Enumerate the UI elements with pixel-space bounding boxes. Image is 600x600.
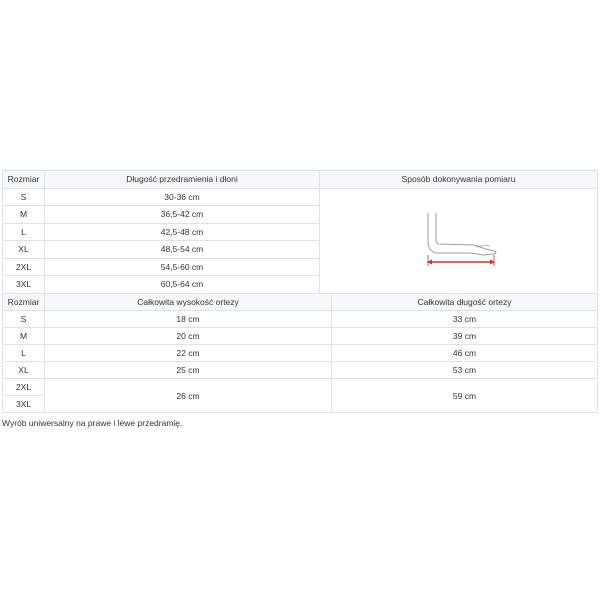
size-cell: M <box>2 205 45 224</box>
length-cell: 33 cm <box>331 310 598 328</box>
length-cell: 53 cm <box>331 361 598 379</box>
product-note: Wyrób uniwersalny na prawe i lewe przedr… <box>2 418 183 428</box>
forearm-length-cell: 36,5-42 cm <box>44 205 320 224</box>
size-cell: XL <box>2 361 45 379</box>
table-header-row: Rozmiar Długość przedramienia i dłoni Sp… <box>2 170 598 189</box>
forearm-length-cell: 30-36 cm <box>44 187 320 206</box>
length-cell: 59 cm <box>331 378 598 413</box>
forearm-length-cell: 60,5-64 cm <box>44 275 320 294</box>
length-cell: 46 cm <box>331 344 598 362</box>
forearm-length-cell: 42,5-48 cm <box>44 222 320 241</box>
size-cell: S <box>2 187 45 206</box>
height-cell: 26 cm <box>44 378 332 413</box>
height-cell: 18 cm <box>44 310 332 328</box>
size-cell: M <box>2 327 45 345</box>
measurement-diagram-cell <box>319 187 598 294</box>
forearm-measurement-icon <box>426 212 496 266</box>
table-row: M 20 cm 39 cm <box>2 327 598 345</box>
forearm-length-table: Rozmiar Długość przedramienia i dłoni Sp… <box>2 170 598 294</box>
size-cell: 2XL <box>2 257 45 276</box>
size-cell: S <box>2 310 45 328</box>
column-header-forearm-length: Długość przedramienia i dłoni <box>44 170 320 189</box>
height-cell: 22 cm <box>44 344 332 362</box>
column-header-measurement-method: Sposób dokonywania pomiaru <box>319 170 598 189</box>
orthosis-dimensions-table: Rozmiar Całkowita wysokość ortezy Całkow… <box>2 293 598 413</box>
height-cell: 25 cm <box>44 361 332 379</box>
size-cell: L <box>2 222 45 241</box>
table-row: 2XL 26 cm 59 cm <box>2 378 598 413</box>
size-cell: 2XL <box>2 378 45 396</box>
column-header-length: Całkowita długość ortezy <box>331 293 598 311</box>
column-header-size: Rozmiar <box>2 293 45 311</box>
forearm-length-cell: 48,5-54 cm <box>44 240 320 259</box>
size-cell: 3XL <box>2 275 45 294</box>
size-cell: 3XL <box>2 395 45 413</box>
length-cell: 39 cm <box>331 327 598 345</box>
size-cell: XL <box>2 240 45 259</box>
forearm-length-cell: 54,5-60 cm <box>44 257 320 276</box>
table-header-row: Rozmiar Całkowita wysokość ortezy Całkow… <box>2 293 598 311</box>
table-row: XL 25 cm 53 cm <box>2 361 598 379</box>
column-header-height: Całkowita wysokość ortezy <box>44 293 332 311</box>
table-row: L 22 cm 46 cm <box>2 344 598 362</box>
column-header-size: Rozmiar <box>2 170 45 189</box>
table-row: S 30-36 cm <box>2 187 598 294</box>
height-cell: 20 cm <box>44 327 332 345</box>
table-row: S 18 cm 33 cm <box>2 310 598 328</box>
size-cell: L <box>2 344 45 362</box>
